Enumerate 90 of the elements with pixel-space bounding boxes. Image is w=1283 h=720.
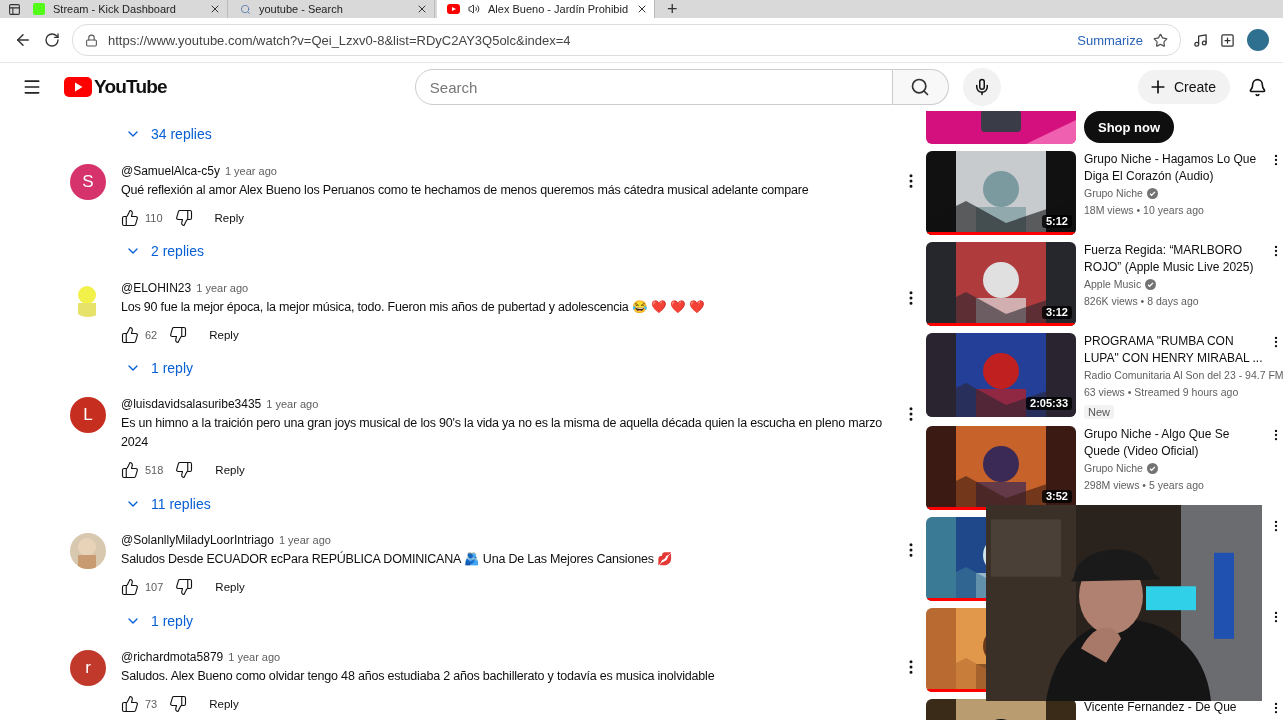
video-title[interactable]: Grupo Niche - Algo Que Se Quede (Video Oficial) bbox=[1084, 426, 1283, 460]
user-avatar: L bbox=[70, 397, 106, 434]
video-stats: 63 views • Streamed 9 hours ago bbox=[1084, 385, 1240, 400]
replies-toggle[interactable]: 11 replies bbox=[121, 486, 215, 522]
like-count: 518 bbox=[145, 464, 164, 477]
video-stats: 298M views • 5 years ago bbox=[1084, 478, 1205, 493]
comment-text: Qué reflexión al amor Alex Bueno los Peruanos como te hechamos de menos queremos más cátedra musical adelante compare bbox=[121, 181, 810, 199]
comment-text: Saludos. Alex Bueno como olvidar tengo 48 años estudiaba 2 años bachillerato y todavía es musica inolvidable bbox=[121, 668, 716, 685]
tab-title: Stream - Kick Dashboard bbox=[53, 3, 177, 15]
user-avatar: r bbox=[70, 650, 106, 686]
like-icon[interactable] bbox=[121, 578, 139, 597]
like-icon[interactable] bbox=[121, 325, 139, 344]
like-icon[interactable] bbox=[121, 208, 139, 227]
like-count: 107 bbox=[145, 581, 164, 594]
video-title[interactable]: PROGRAMA "RUMBA CON LUPA" CON HENRY MIRABAL ... bbox=[1084, 333, 1283, 367]
like-icon[interactable] bbox=[121, 461, 139, 480]
summarize-link[interactable]: Summarize bbox=[1077, 32, 1143, 48]
comment-author[interactable]: @richardmota5879 bbox=[121, 650, 224, 664]
comment-author[interactable]: @SolanllyMiladyLoorIntriago bbox=[121, 533, 274, 548]
comment-time: 1 year ago bbox=[228, 651, 281, 663]
back-icon[interactable] bbox=[14, 31, 32, 49]
comment-time: 1 year ago bbox=[278, 534, 331, 547]
new-tab-button[interactable]: + bbox=[657, 0, 688, 18]
browser-tab[interactable]: Alex Bueno - Jardín Prohibid bbox=[437, 0, 656, 18]
comment-text: Saludos Desde ECUADOR ᴇᴄPara REPÚBLICA DOMINICANA 🫂 Una De Las Mejores Cansiones 💋 bbox=[121, 550, 674, 569]
comment-text: Los 90 fue la mejor época, la mejor música, todo. Fueron mis años de pubertad y adolescencia 😂 ❤ ❤ ❤ bbox=[121, 298, 706, 316]
browser-tab[interactable]: Stream - Kick Dashboard bbox=[23, 0, 228, 18]
reply-button[interactable]: Reply bbox=[207, 460, 253, 481]
video-duration: 5:12 bbox=[1041, 215, 1072, 228]
like-count: 62 bbox=[145, 328, 158, 341]
comment-text: Es un himno a la traición pero una gran joys musical de los 90's la vida ya no es la misma de aquella década quien la escucha en pleno marzo 2024 bbox=[121, 415, 883, 452]
comment-author[interactable]: @SamuelAlca-c5y bbox=[121, 163, 220, 178]
dislike-icon[interactable] bbox=[175, 578, 194, 597]
channel-name[interactable]: Apple Music bbox=[1084, 276, 1142, 293]
comment-author[interactable]: @luisdavidsalasuribe3435 bbox=[121, 397, 262, 412]
dislike-icon[interactable] bbox=[174, 208, 193, 227]
search-field[interactable]: Search bbox=[414, 69, 893, 105]
video-stats: 826K views • 8 days ago bbox=[1084, 294, 1200, 309]
replies-toggle[interactable]: 1 reply bbox=[121, 603, 198, 638]
reload-icon[interactable] bbox=[44, 32, 60, 48]
comment-time: 1 year ago bbox=[196, 281, 249, 294]
search-button[interactable] bbox=[892, 69, 949, 105]
youtube-logo-icon bbox=[447, 4, 460, 14]
menu-icon[interactable] bbox=[22, 77, 42, 97]
dislike-icon[interactable] bbox=[175, 461, 194, 480]
video-title[interactable]: Fuerza Regida: “MARLBORO ROJO” (Apple Music Live 2025) bbox=[1084, 242, 1283, 276]
video-title[interactable]: Grupo Niche - Hagamos Lo Que Diga El Corazón (Audio) bbox=[1084, 151, 1283, 185]
lock-icon bbox=[85, 33, 98, 47]
new-badge: New bbox=[1084, 405, 1114, 419]
favorite-icon[interactable] bbox=[1153, 32, 1168, 48]
profile-avatar[interactable] bbox=[1247, 29, 1269, 51]
notifications-icon[interactable] bbox=[1248, 77, 1267, 97]
like-count: 110 bbox=[145, 211, 163, 224]
reply-button[interactable]: Reply bbox=[201, 324, 247, 345]
like-icon[interactable] bbox=[121, 695, 139, 713]
tab-title: Alex Bueno - Jardín Prohibid bbox=[488, 3, 629, 15]
channel-name[interactable]: Grupo Niche bbox=[1084, 185, 1143, 202]
video-stats: 18M views • 10 years ago bbox=[1084, 203, 1205, 218]
close-icon[interactable] bbox=[416, 3, 428, 15]
comment-time: 1 year ago bbox=[266, 398, 319, 411]
video-title[interactable]: Vicente Fernandez - De Que bbox=[1084, 700, 1283, 715]
like-count: 73 bbox=[145, 698, 158, 710]
reply-button[interactable]: Reply bbox=[201, 694, 247, 714]
video-duration: 2:05:33 bbox=[1026, 397, 1072, 410]
kick-logo-icon bbox=[33, 3, 45, 15]
microphone-button[interactable] bbox=[962, 68, 1001, 106]
collections-icon[interactable] bbox=[1220, 32, 1235, 48]
reply-button[interactable]: Reply bbox=[206, 207, 252, 228]
reply-button[interactable]: Reply bbox=[207, 577, 253, 598]
create-button[interactable]: Create bbox=[1137, 70, 1230, 104]
replies-toggle[interactable]: 34 replies bbox=[121, 117, 216, 152]
close-icon[interactable] bbox=[209, 3, 221, 15]
comment-author[interactable]: @ELOHIN23 bbox=[121, 280, 192, 295]
tab-title: youtube - Search bbox=[259, 3, 344, 15]
video-duration: 3:12 bbox=[1041, 306, 1072, 319]
replies-toggle[interactable]: 2 replies bbox=[121, 233, 208, 269]
user-avatar: S bbox=[70, 163, 106, 200]
search-icon bbox=[910, 77, 931, 97]
comment-time: 1 year ago bbox=[224, 164, 277, 177]
search-icon bbox=[240, 3, 251, 15]
music-icon[interactable] bbox=[1193, 32, 1208, 48]
dislike-icon[interactable] bbox=[169, 325, 188, 344]
dislike-icon[interactable] bbox=[169, 695, 188, 713]
address-bar[interactable]: https://www.youtube.com/watch?v=Qei_Lzxv0-8&list=RDyC2AY3Q5olc&index=4 Summarize bbox=[72, 24, 1181, 56]
browser-tab[interactable]: youtube - Search bbox=[230, 0, 435, 18]
channel-name[interactable]: Radio Comunitaria Al Son del 23 - 94.7 FM bbox=[1084, 367, 1283, 384]
replies-toggle[interactable]: 1 reply bbox=[121, 350, 198, 386]
channel-name[interactable]: Grupo Niche bbox=[1084, 460, 1143, 477]
shop-now-button[interactable]: Shop now bbox=[1084, 111, 1175, 143]
youtube-logo[interactable]: YouTube bbox=[64, 76, 167, 98]
